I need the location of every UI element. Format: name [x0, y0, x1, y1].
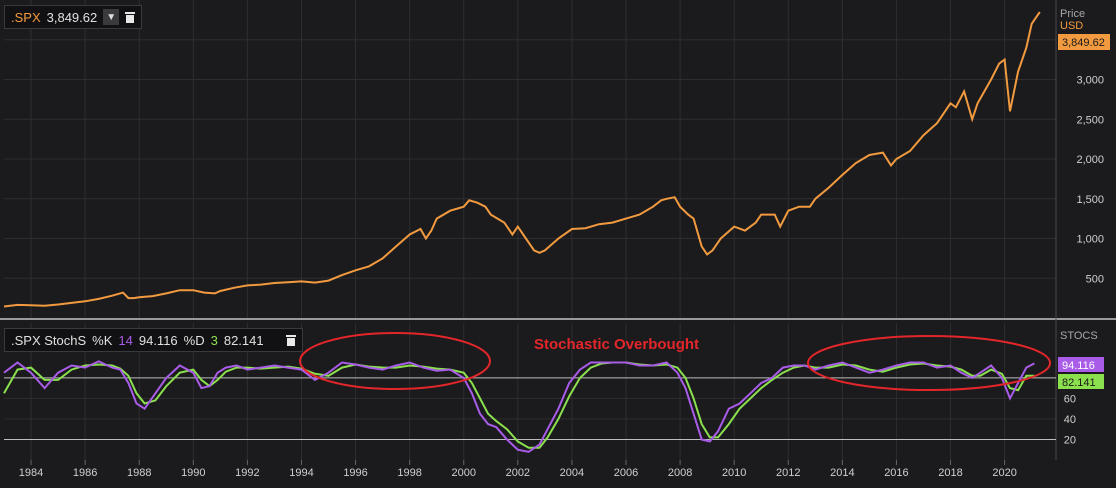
- d-period: 3: [210, 332, 218, 348]
- price-last-value: 3,849.62: [46, 9, 98, 25]
- x-tick-label: 2002: [506, 467, 530, 479]
- stoch-y-tick-label: 40: [1064, 414, 1076, 426]
- x-tick-label: 1992: [235, 467, 259, 479]
- x-tick-label: 1984: [19, 467, 43, 479]
- k-label: %K: [92, 332, 113, 348]
- stoch-y-tick-label: 60: [1064, 393, 1076, 405]
- price-y-tick-label: 1,500: [1076, 194, 1104, 206]
- x-tick-label: 2000: [452, 467, 476, 479]
- d-label: %D: [183, 332, 205, 348]
- x-tick-label: 1990: [181, 467, 205, 479]
- price-y-tick-label: 3,000: [1076, 75, 1104, 87]
- d-tag: 82.141: [1062, 377, 1096, 389]
- price-header: .SPX 3,849.62 ▼: [4, 5, 143, 29]
- chevron-down-icon[interactable]: ▼: [103, 9, 120, 25]
- x-tick-label: 2012: [776, 467, 800, 479]
- k-value: 94.116: [138, 332, 178, 348]
- x-tick-label: 1988: [127, 467, 151, 479]
- x-tick-label: 1996: [343, 467, 367, 479]
- stoch-header: .SPX StochS %K 14 94.116 %D 3 82.141: [4, 328, 303, 352]
- price-symbol: .SPX: [11, 9, 41, 25]
- annotation-text: Stochastic Overbought: [534, 336, 699, 353]
- price-y-tick-label: 500: [1086, 273, 1104, 285]
- price-y-tick-label: 2,500: [1076, 114, 1104, 126]
- x-tick-label: 2016: [884, 467, 908, 479]
- d-value: 82.141: [223, 332, 264, 348]
- x-tick-label: 1994: [289, 467, 313, 479]
- stoch-y-axis: 20 40 60: [1064, 393, 1076, 446]
- chart-canvas: 5001,0001,5002,0002,5003,0003,500 204060…: [0, 0, 1116, 488]
- x-tick-label: 2014: [830, 467, 854, 479]
- x-tick-label: 1986: [73, 467, 97, 479]
- stoch-label: .SPX StochS: [11, 332, 87, 348]
- trash-icon[interactable]: [125, 11, 136, 23]
- k-period: 14: [118, 332, 133, 348]
- stoch-y-tick-label: 20: [1064, 434, 1076, 446]
- k-tag: 94.116: [1062, 360, 1095, 372]
- x-tick-label: 2018: [938, 467, 962, 479]
- price-axis-currency: USD: [1060, 20, 1083, 32]
- trash-icon[interactable]: [285, 334, 296, 346]
- price-y-tick-label: 1,000: [1076, 234, 1104, 246]
- x-tick-label: 2006: [614, 467, 638, 479]
- price-last-tag: 3,849.62: [1062, 37, 1105, 49]
- x-tick-label: 2020: [992, 467, 1016, 479]
- x-tick-label: 2004: [560, 467, 584, 479]
- x-tick-label: 1998: [397, 467, 421, 479]
- price-y-tick-label: 2,000: [1076, 154, 1104, 166]
- chart-background: [0, 0, 1116, 488]
- price-axis-title: Price: [1060, 8, 1085, 20]
- x-tick-label: 2010: [722, 467, 746, 479]
- stoch-axis-title: STOCS: [1060, 330, 1098, 342]
- x-tick-label: 2008: [668, 467, 692, 479]
